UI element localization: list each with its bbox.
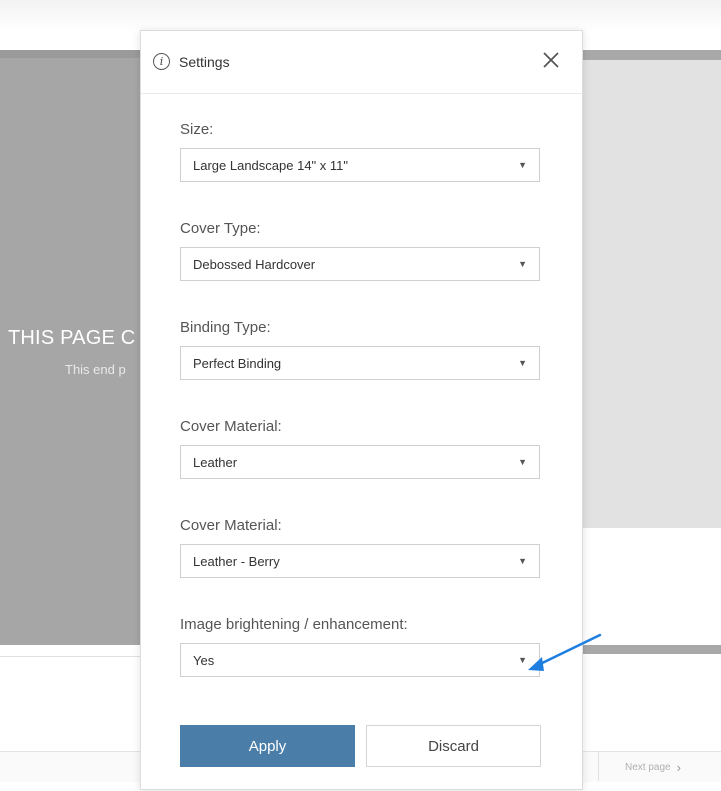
next-page-label: Next page — [625, 762, 671, 773]
book-page-right-edge — [582, 50, 721, 60]
page-placeholder-subtitle: This end p — [65, 362, 126, 377]
chevron-down-icon: ▼ — [518, 160, 527, 170]
modal-header: i Settings — [141, 31, 582, 94]
image-enhancement-label: Image brightening / enhancement: — [180, 616, 408, 633]
cover-material-select[interactable]: Leather ▼ — [180, 445, 540, 479]
image-enhancement-value: Yes — [193, 653, 215, 668]
binding-type-select[interactable]: Perfect Binding ▼ — [180, 346, 540, 380]
annotation-arrow-icon — [528, 633, 602, 671]
chevron-down-icon: ▼ — [518, 358, 527, 368]
cover-color-label: Cover Material: — [180, 517, 282, 534]
size-label: Size: — [180, 121, 214, 138]
close-icon[interactable] — [540, 49, 562, 71]
page-placeholder-title: THIS PAGE C — [8, 327, 136, 349]
apply-button[interactable]: Apply — [180, 725, 355, 767]
cover-type-value: Debossed Hardcover — [193, 257, 316, 272]
cover-material-value: Leather — [193, 455, 238, 470]
binding-type-label: Binding Type: — [180, 319, 271, 336]
settings-modal: i Settings Size: Large Landscape 14" x 1… — [140, 30, 583, 790]
cover-color-select[interactable]: Leather - Berry ▼ — [180, 544, 540, 578]
top-bar — [0, 0, 721, 32]
chevron-right-icon: › — [676, 760, 681, 775]
discard-button[interactable]: Discard — [366, 725, 541, 767]
chevron-down-icon: ▼ — [518, 259, 527, 269]
page-footer-area — [0, 656, 142, 752]
cover-color-value: Leather - Berry — [193, 554, 280, 569]
cover-type-select[interactable]: Debossed Hardcover ▼ — [180, 247, 540, 281]
modal-title: Settings — [179, 54, 230, 70]
chevron-down-icon: ▼ — [518, 457, 527, 467]
size-select[interactable]: Large Landscape 14" x 11" ▼ — [180, 148, 540, 182]
size-value: Large Landscape 14" x 11" — [193, 158, 348, 173]
book-page-edge — [0, 50, 142, 58]
chevron-down-icon: ▼ — [518, 556, 527, 566]
info-icon: i — [153, 53, 170, 70]
image-enhancement-select[interactable]: Yes ▼ — [180, 643, 540, 677]
next-page-link[interactable]: Next page › — [625, 760, 681, 775]
cover-type-label: Cover Type: — [180, 220, 261, 237]
cover-material-label: Cover Material: — [180, 418, 282, 435]
pagination-divider — [598, 751, 599, 781]
binding-type-value: Perfect Binding — [193, 356, 282, 371]
book-page-right — [582, 50, 721, 528]
